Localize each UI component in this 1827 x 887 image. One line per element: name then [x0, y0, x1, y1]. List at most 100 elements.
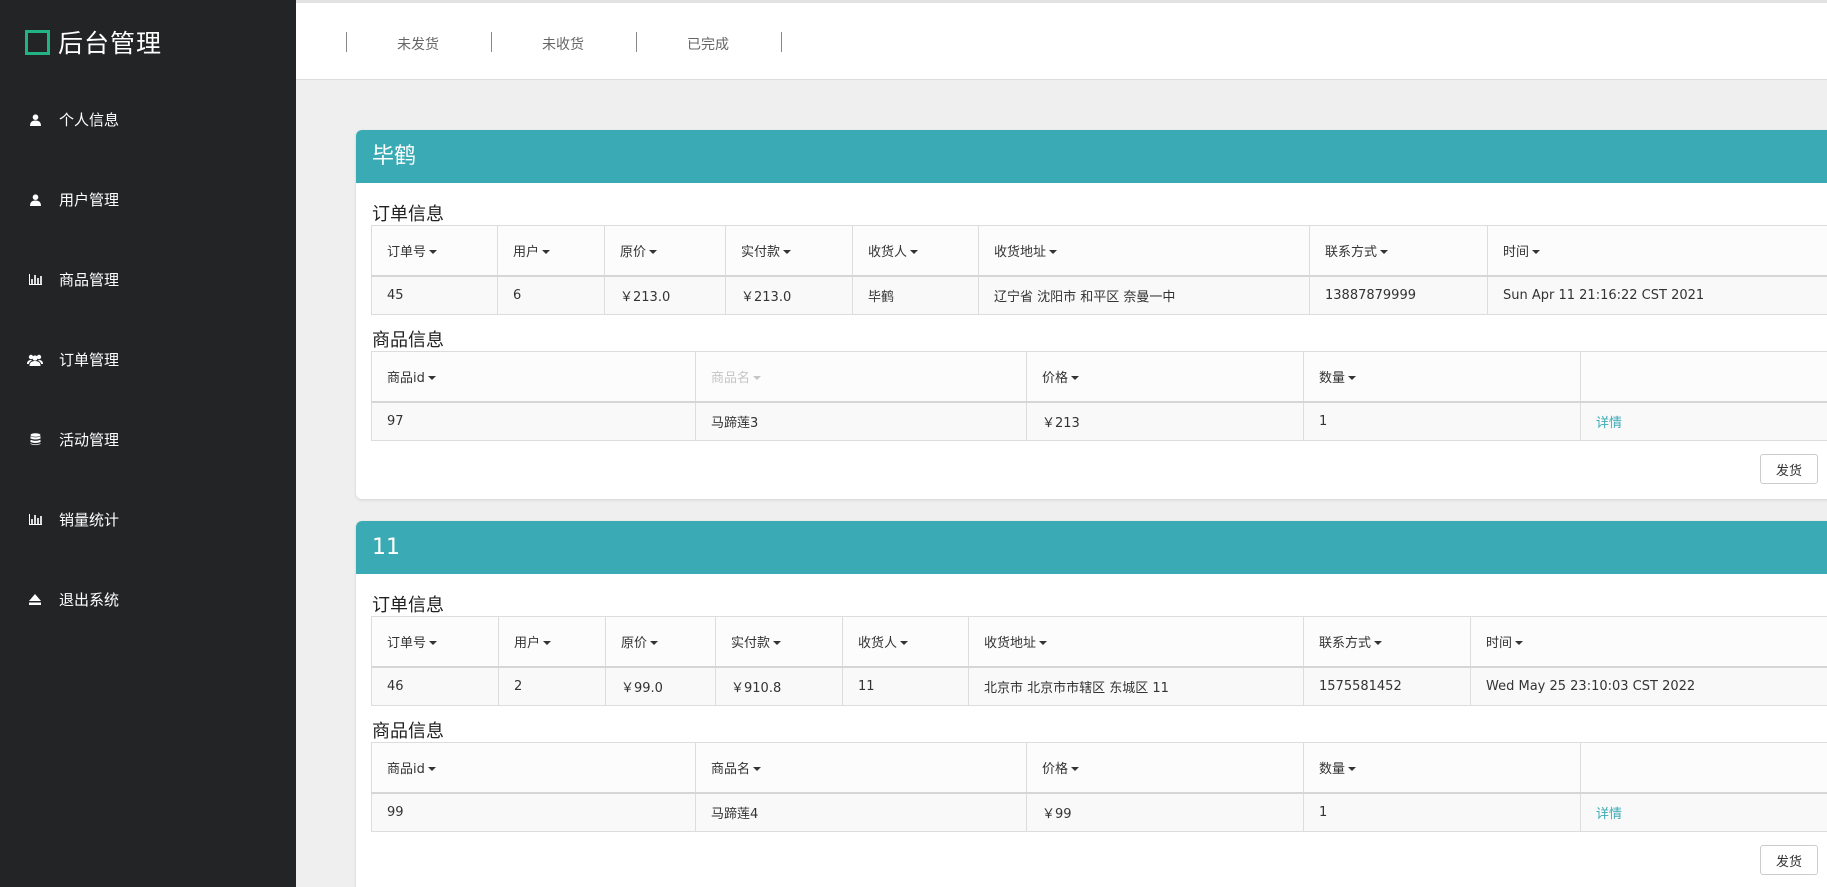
table-header-row: 商品id 商品名 价格 数量 [371, 351, 1827, 403]
sidebar-item-label: 个人信息 [59, 111, 120, 129]
sort-header-user[interactable]: 用户 [498, 616, 606, 668]
table-row: 46 2 ￥99.0 ￥910.8 11 北京市 北京市市辖区 东城区 11 1… [371, 666, 1827, 706]
sidebar-item-personal-info[interactable]: 个人信息 [27, 109, 119, 130]
product-info-heading: 商品信息 [372, 721, 444, 742]
database-icon [27, 433, 43, 446]
caret-down-icon [1071, 767, 1080, 772]
sidebar-item-sales-statistics[interactable]: 销量统计 [27, 509, 119, 530]
tab-divider [491, 32, 492, 52]
product-id-cell: 99 [371, 792, 696, 832]
order-card-title: 毕鹤 [356, 130, 1827, 183]
product-name-cell: 马蹄莲3 [695, 401, 1027, 441]
table-header-row: 商品id 商品名 价格 数量 [371, 742, 1827, 794]
user-cell: 6 [497, 275, 605, 315]
table-row: 97 马蹄莲3 ￥213 1 详情 [371, 401, 1827, 441]
caret-down-icon [649, 250, 658, 255]
table-row: 99 马蹄莲4 ￥99 1 详情 [371, 792, 1827, 832]
caret-down-icon [753, 376, 762, 381]
sort-header-order-id[interactable]: 订单号 [371, 225, 498, 277]
caret-down-icon [429, 641, 438, 646]
sort-header-receiver[interactable]: 收货人 [852, 225, 979, 277]
main-content: 毕鹤 订单信息 订单号 用户 原价 实付款 收货人 收货地址 联系方式 时间 4… [296, 80, 1827, 887]
caret-down-icon [900, 641, 909, 646]
sort-header-paid[interactable]: 实付款 [725, 225, 853, 277]
sort-header-product-name[interactable]: 商品名 [695, 351, 1027, 403]
sidebar-item-label: 订单管理 [59, 351, 120, 369]
sort-header-time[interactable]: 时间 [1470, 616, 1827, 668]
details-link[interactable]: 详情 [1596, 807, 1622, 822]
paid-cell: ￥910.8 [715, 666, 843, 706]
ship-button[interactable]: 发货 [1760, 454, 1818, 484]
sidebar-item-activity-management[interactable]: 活动管理 [27, 429, 119, 450]
sort-header-order-id[interactable]: 订单号 [371, 616, 499, 668]
sort-header-price[interactable]: 价格 [1026, 351, 1304, 403]
sort-header-quantity[interactable]: 数量 [1303, 351, 1581, 403]
order-info-table: 订单号 用户 原价 实付款 收货人 收货地址 联系方式 时间 45 6 ￥213… [371, 225, 1827, 315]
receiver-cell: 毕鹤 [852, 275, 979, 315]
sort-header-product-id[interactable]: 商品id [371, 742, 696, 794]
price-cell: ￥99 [1026, 792, 1304, 832]
tab-not-received[interactable]: 未收货 [542, 34, 584, 54]
table-header-row: 订单号 用户 原价 实付款 收货人 收货地址 联系方式 时间 [371, 225, 1827, 277]
caret-down-icon [1380, 250, 1389, 255]
users-icon [27, 354, 43, 366]
sidebar: 后台管理 个人信息 用户管理 商品管理 订单管理 活动管理 销量统计 退出系统 [0, 0, 296, 887]
sort-header-phone[interactable]: 联系方式 [1309, 225, 1488, 277]
caret-down-icon [1348, 767, 1357, 772]
sort-header-receiver[interactable]: 收货人 [842, 616, 969, 668]
details-link[interactable]: 详情 [1596, 416, 1622, 431]
time-cell: Wed May 25 23:10:03 CST 2022 [1470, 666, 1827, 706]
actions-cell: 详情 [1580, 401, 1827, 441]
table-row: 45 6 ￥213.0 ￥213.0 毕鹤 辽宁省 沈阳市 和平区 奈曼一中 1… [371, 275, 1827, 315]
tab-divider [781, 32, 782, 52]
sort-header-address[interactable]: 收货地址 [978, 225, 1310, 277]
time-cell: Sun Apr 11 21:16:22 CST 2021 [1487, 275, 1827, 315]
order-card-title: 11 [356, 521, 1827, 574]
order-id-cell: 45 [371, 275, 498, 315]
tab-not-shipped[interactable]: 未发货 [397, 34, 439, 54]
tab-completed[interactable]: 已完成 [687, 34, 729, 54]
sort-header-price[interactable]: 价格 [1026, 742, 1304, 794]
sidebar-item-product-management[interactable]: 商品管理 [27, 269, 119, 290]
caret-down-icon [429, 250, 438, 255]
sort-header-phone[interactable]: 联系方式 [1303, 616, 1471, 668]
original-price-cell: ￥99.0 [605, 666, 716, 706]
caret-down-icon [1348, 376, 1357, 381]
sidebar-item-order-management[interactable]: 订单管理 [27, 349, 119, 370]
product-id-cell: 97 [371, 401, 696, 441]
caret-down-icon [650, 641, 659, 646]
sidebar-item-label: 退出系统 [59, 591, 120, 609]
paid-cell: ￥213.0 [725, 275, 853, 315]
sidebar-item-user-management[interactable]: 用户管理 [27, 189, 119, 210]
sort-header-paid[interactable]: 实付款 [715, 616, 843, 668]
order-card: 11 订单信息 订单号 用户 原价 实付款 收货人 收货地址 联系方式 时间 4… [356, 521, 1827, 887]
bar-chart-icon [27, 274, 43, 285]
phone-cell: 1575581452 [1303, 666, 1471, 706]
caret-down-icon [773, 641, 782, 646]
sort-header-original-price[interactable]: 原价 [604, 225, 726, 277]
caret-down-icon [1049, 250, 1058, 255]
actions-cell: 详情 [1580, 792, 1827, 832]
caret-down-icon [1515, 641, 1524, 646]
order-card: 毕鹤 订单信息 订单号 用户 原价 实付款 收货人 收货地址 联系方式 时间 4… [356, 130, 1827, 499]
sidebar-item-logout[interactable]: 退出系统 [27, 589, 119, 610]
product-info-table: 商品id 商品名 价格 数量 99 马蹄莲4 ￥99 1 详情 [371, 742, 1827, 832]
ship-button[interactable]: 发货 [1760, 845, 1818, 875]
caret-down-icon [1532, 250, 1541, 255]
sort-header-time[interactable]: 时间 [1487, 225, 1827, 277]
address-cell: 北京市 北京市市辖区 东城区 11 [968, 666, 1304, 706]
sort-header-user[interactable]: 用户 [497, 225, 605, 277]
sort-header-product-id[interactable]: 商品id [371, 351, 696, 403]
sort-header-original-price[interactable]: 原价 [605, 616, 716, 668]
table-header-row: 订单号 用户 原价 实付款 收货人 收货地址 联系方式 时间 [371, 616, 1827, 668]
sort-header-product-name[interactable]: 商品名 [695, 742, 1027, 794]
sort-header-quantity[interactable]: 数量 [1303, 742, 1581, 794]
caret-down-icon [542, 250, 551, 255]
quantity-cell: 1 [1303, 401, 1581, 441]
sort-header-address[interactable]: 收货地址 [968, 616, 1304, 668]
order-info-heading: 订单信息 [372, 595, 444, 616]
sidebar-item-label: 活动管理 [59, 431, 120, 449]
brand: 后台管理 [25, 24, 162, 60]
caret-down-icon [1071, 376, 1080, 381]
caret-down-icon [427, 376, 436, 381]
